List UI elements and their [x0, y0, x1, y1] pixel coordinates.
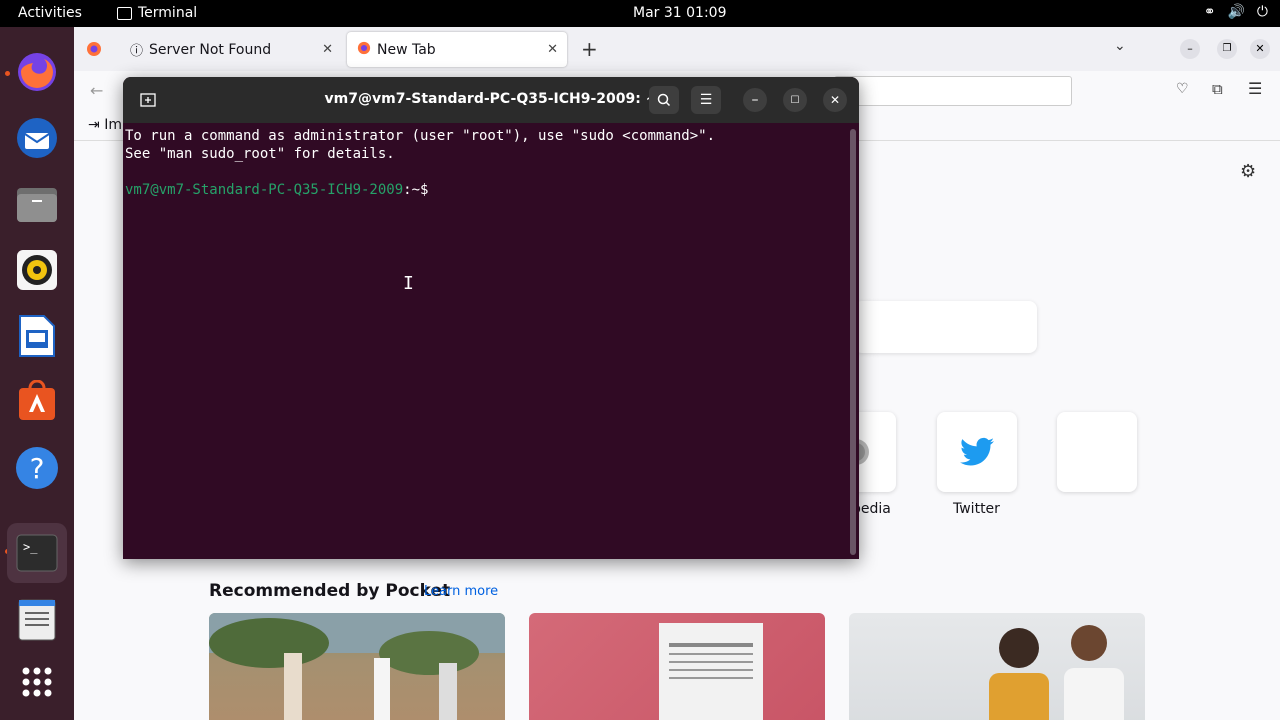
terminal-app-icon — [117, 6, 132, 20]
terminal-line: To run a command as administrator (user … — [125, 128, 716, 144]
tab-server-not-found[interactable]: ⓘ Server Not Found ✕ — [120, 32, 342, 67]
app-menu-label: Terminal — [138, 5, 198, 21]
minimize-icon[interactable]: – — [743, 88, 767, 112]
hamburger-menu-icon[interactable]: ☰ — [691, 86, 721, 114]
extensions-icon[interactable]: ⧉ — [1212, 80, 1223, 98]
info-icon: ⓘ — [130, 44, 144, 59]
search-box[interactable] — [854, 301, 1037, 353]
shortcut-empty[interactable] — [1057, 412, 1137, 492]
menu-icon[interactable]: ☰ — [1248, 79, 1262, 98]
terminal-window[interactable]: vm7@vm7-Standard-PC-Q35-ICH9-2009: ~ ☰ –… — [123, 77, 859, 559]
terminal-scrollbar[interactable] — [850, 129, 856, 555]
text-editor-icon[interactable] — [14, 597, 60, 643]
top-bar: Activities Terminal Mar 31 01:09 ⚭ 🔊 ⏻ — [0, 0, 1280, 27]
power-icon[interactable]: ⏻ — [1257, 4, 1268, 20]
tab-label: Server Not Found — [149, 41, 272, 58]
prompt-suffix: :~$ — [403, 182, 437, 198]
activities-button[interactable]: Activities — [18, 5, 82, 21]
libreoffice-writer-icon[interactable] — [14, 313, 60, 359]
terminal-header-bar[interactable]: vm7@vm7-Standard-PC-Q35-ICH9-2009: ~ ☰ –… — [123, 77, 859, 123]
close-tab-icon[interactable]: ✕ — [322, 42, 333, 57]
tab-new-tab[interactable]: New Tab ✕ — [347, 32, 567, 67]
url-bar[interactable] — [834, 76, 1072, 106]
restore-button[interactable]: ❐ — [1217, 39, 1237, 59]
firefox-icon[interactable] — [14, 49, 60, 95]
pocket-story-image[interactable] — [209, 613, 505, 720]
terminal-prompt-line[interactable]: vm7@vm7-Standard-PC-Q35-ICH9-2009:~$ — [125, 181, 849, 199]
app-center-icon[interactable] — [14, 379, 60, 425]
show-apps-icon[interactable] — [14, 659, 60, 705]
minimize-button[interactable]: – — [1180, 39, 1200, 59]
system-tray[interactable]: ⚭ 🔊 ⏻ — [1204, 4, 1268, 20]
close-window-button[interactable]: ✕ — [1250, 39, 1270, 59]
svg-text:>_: >_ — [23, 540, 38, 554]
terminal-icon[interactable]: >_ — [7, 523, 67, 583]
back-arrow-icon[interactable]: ← — [90, 81, 103, 100]
text-cursor-icon: I — [403, 273, 414, 294]
close-tab-icon[interactable]: ✕ — [547, 42, 558, 57]
learn-more-link[interactable]: Learn more — [424, 584, 498, 599]
thunderbird-icon[interactable] — [14, 115, 60, 161]
shortcut-twitter[interactable] — [937, 412, 1017, 492]
search-icon[interactable] — [649, 86, 679, 114]
import-bookmarks-button[interactable]: ⇥ Im — [88, 117, 122, 133]
new-tab-button[interactable]: + — [581, 37, 598, 61]
help-icon[interactable]: ? — [14, 445, 60, 491]
maximize-icon[interactable]: ☐ — [783, 88, 807, 112]
shortcut-label: Twitter — [953, 501, 1000, 517]
clock[interactable]: Mar 31 01:09 — [633, 5, 726, 21]
close-icon[interactable]: ✕ — [823, 88, 847, 112]
firefox-view-icon[interactable] — [86, 41, 102, 61]
settings-gear-icon[interactable]: ⚙ — [1240, 161, 1256, 182]
files-icon[interactable] — [14, 181, 60, 227]
tab-bar: ⓘ Server Not Found ✕ New Tab ✕ + ⌄ – ❐ ✕ — [74, 27, 1280, 71]
import-bookmarks-label: Im — [104, 117, 122, 133]
pocket-story-image[interactable] — [529, 613, 825, 720]
terminal-line: See "man sudo_root" for details. — [125, 146, 395, 162]
volume-icon[interactable]: 🔊 — [1227, 4, 1244, 20]
pocket-heading: Recommended by Pocket — [209, 581, 451, 601]
list-tabs-chevron-icon[interactable]: ⌄ — [1114, 38, 1126, 54]
firefox-tab-icon — [357, 41, 371, 59]
app-menu[interactable]: Terminal — [117, 5, 197, 21]
prompt-user: vm7@vm7-Standard-PC-Q35-ICH9-2009 — [125, 182, 404, 198]
pocket-story-image[interactable] — [849, 613, 1145, 720]
dock: ? >_ — [0, 27, 74, 720]
network-icon[interactable]: ⚭ — [1204, 4, 1216, 20]
rhythmbox-icon[interactable] — [14, 247, 60, 293]
pocket-icon[interactable]: ♡ — [1176, 81, 1189, 97]
tab-label: New Tab — [377, 41, 436, 58]
terminal-output[interactable]: To run a command as administrator (user … — [125, 127, 849, 559]
svg-text:?: ? — [30, 452, 45, 485]
running-indicator — [5, 71, 10, 76]
